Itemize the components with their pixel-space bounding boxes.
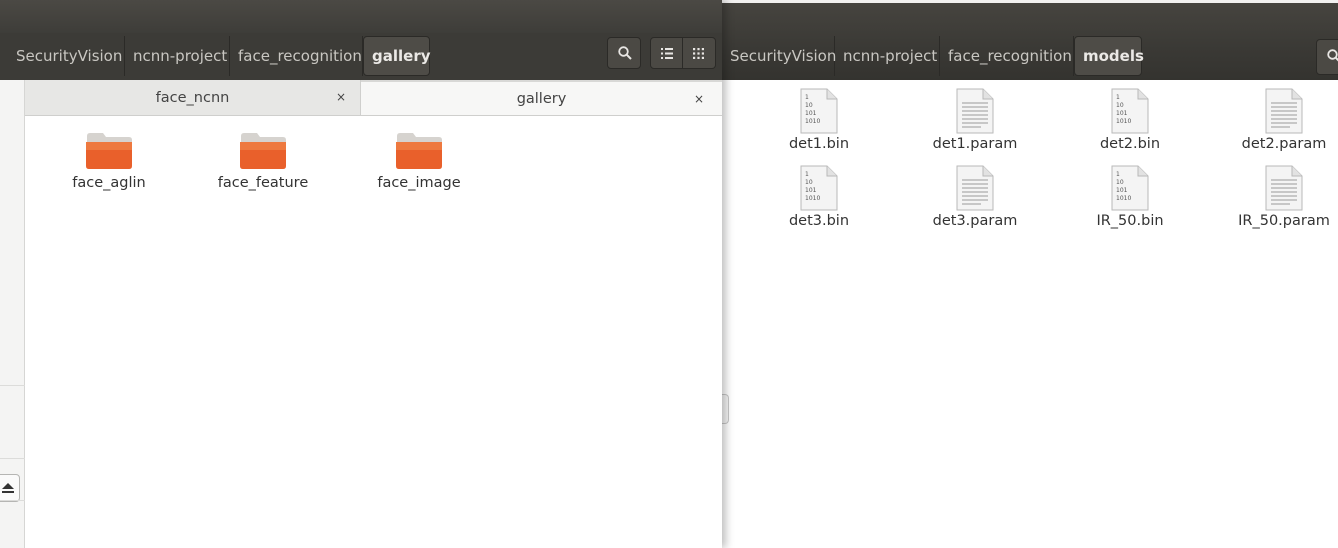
file-name: det3.bin <box>788 213 850 229</box>
text-file-icon <box>956 165 994 211</box>
breadcrumb-face-recognition[interactable]: face_recognition <box>940 36 1074 76</box>
breadcrumb-models[interactable]: models <box>1074 36 1144 76</box>
close-tab-icon[interactable]: × <box>336 90 346 104</box>
file-name: det2.param <box>1241 136 1327 152</box>
folder-icon <box>240 133 286 169</box>
grid-view-icon <box>693 48 704 59</box>
folder-name: face_feature <box>217 175 309 191</box>
sidebar-handle[interactable] <box>722 394 729 424</box>
tab-label: gallery <box>516 90 567 107</box>
binary-file-icon: 1 10 101 1010 <box>1111 165 1149 211</box>
search-icon <box>1327 49 1338 62</box>
svg-text:1010: 1010 <box>1116 118 1131 125</box>
tab-gallery[interactable]: gallery × <box>361 80 722 115</box>
file-name: IR_50.bin <box>1096 213 1164 229</box>
text-file-icon <box>956 88 994 134</box>
breadcrumb-securityvision[interactable]: SecurityVision <box>722 36 836 76</box>
svg-text:10: 10 <box>805 179 813 186</box>
file-name: det2.bin <box>1099 136 1161 152</box>
search-icon <box>618 46 632 60</box>
svg-text:1: 1 <box>805 171 809 178</box>
sidebar-divider <box>0 385 25 386</box>
breadcrumb: SecurityVision ncnn-project face_recogni… <box>8 36 431 76</box>
models-window: SecurityVision ncnn-project face_recogni… <box>722 0 1338 548</box>
file-item[interactable]: IR_50.param <box>1219 165 1338 229</box>
svg-text:1: 1 <box>1116 94 1120 101</box>
breadcrumb: SecurityVision ncnn-project face_recogni… <box>722 36 1144 78</box>
binary-file-icon: 1 10 101 1010 <box>800 88 838 134</box>
breadcrumb-ncnn-project[interactable]: ncnn-project <box>835 36 940 76</box>
svg-text:101: 101 <box>1116 187 1128 194</box>
view-toggle <box>650 37 716 69</box>
file-name: det1.bin <box>788 136 850 152</box>
svg-text:10: 10 <box>1116 179 1124 186</box>
folder-name: face_aglin <box>72 175 146 191</box>
breadcrumb-ncnn-project[interactable]: ncnn-project <box>125 36 230 76</box>
gallery-window: SecurityVision ncnn-project face_recogni… <box>0 0 722 548</box>
eject-button[interactable] <box>0 474 20 502</box>
file-item[interactable]: det3.param <box>910 165 1040 229</box>
svg-text:101: 101 <box>805 187 817 194</box>
search-button[interactable] <box>607 37 641 69</box>
text-file-icon <box>1265 165 1303 211</box>
svg-text:1010: 1010 <box>1116 195 1131 202</box>
places-sidebar[interactable] <box>0 80 25 548</box>
svg-text:101: 101 <box>805 110 817 117</box>
file-item[interactable]: 1 10 101 1010 det2.bin <box>1065 88 1195 152</box>
svg-text:10: 10 <box>1116 102 1124 109</box>
binary-file-icon: 1 10 101 1010 <box>1111 88 1149 134</box>
tab-face-ncnn[interactable]: face_ncnn × <box>25 80 361 115</box>
title-bar[interactable] <box>0 0 722 33</box>
text-file-icon <box>1265 88 1303 134</box>
breadcrumb-gallery[interactable]: gallery <box>363 36 431 76</box>
binary-file-icon: 1 10 101 1010 <box>800 165 838 211</box>
tab-bar: face_ncnn × gallery × <box>25 80 722 116</box>
svg-text:10: 10 <box>805 102 813 109</box>
sidebar-divider <box>0 458 25 459</box>
file-item[interactable]: 1 10 101 1010 IR_50.bin <box>1065 165 1195 229</box>
sidebar-divider <box>0 500 25 501</box>
file-item[interactable]: det1.param <box>910 88 1040 152</box>
svg-text:1: 1 <box>805 94 809 101</box>
folder-name: face_image <box>377 175 461 191</box>
file-item[interactable]: 1 10 101 1010 det3.bin <box>754 165 884 229</box>
svg-text:1010: 1010 <box>805 195 820 202</box>
breadcrumb-securityvision[interactable]: SecurityVision <box>8 36 125 76</box>
list-view-button[interactable] <box>650 37 683 69</box>
svg-text:1010: 1010 <box>805 118 820 125</box>
models-header-bar: SecurityVision ncnn-project face_recogni… <box>722 3 1338 80</box>
list-view-icon <box>661 48 673 59</box>
breadcrumb-face-recognition[interactable]: face_recognition <box>230 36 363 76</box>
file-name: det1.param <box>932 136 1018 152</box>
tab-label: face_ncnn <box>155 89 230 106</box>
svg-text:101: 101 <box>1116 110 1128 117</box>
svg-text:1: 1 <box>1116 171 1120 178</box>
toolbar: SecurityVision ncnn-project face_recogni… <box>0 33 722 80</box>
eject-icon <box>2 483 14 493</box>
folder-icon <box>396 133 442 169</box>
folder-icon <box>86 133 132 169</box>
close-tab-icon[interactable]: × <box>694 92 704 106</box>
folder-item[interactable]: face_image <box>354 130 484 191</box>
grid-view-button[interactable] <box>683 37 716 69</box>
search-button[interactable] <box>1316 39 1338 75</box>
file-name: IR_50.param <box>1238 213 1330 229</box>
folder-item[interactable]: face_feature <box>198 130 328 191</box>
file-item[interactable]: det2.param <box>1219 88 1338 152</box>
file-item[interactable]: 1 10 101 1010 det1.bin <box>754 88 884 152</box>
folder-item[interactable]: face_aglin <box>44 130 174 191</box>
folder-view[interactable]: face_aglin face_feature face_image <box>25 116 722 548</box>
file-name: det3.param <box>932 213 1018 229</box>
